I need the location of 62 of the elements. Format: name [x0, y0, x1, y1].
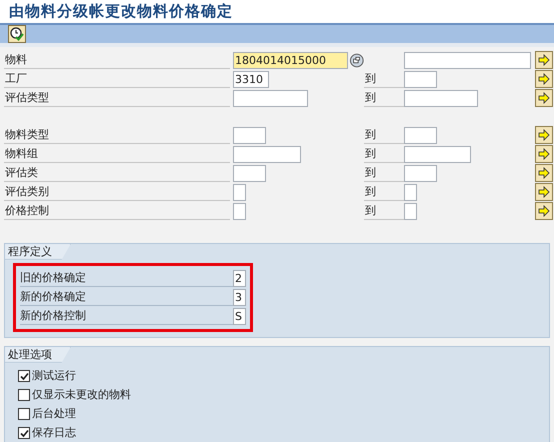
field-label: 物料	[4, 51, 230, 69]
field-label: 新的价格控制	[20, 307, 233, 325]
input-field[interactable]	[233, 146, 301, 162]
check-icon	[20, 372, 28, 380]
input-field[interactable]	[233, 90, 308, 106]
checkbox-label: 仅显示未更改的物料	[32, 387, 131, 403]
group-title: 处理选项	[5, 346, 71, 362]
arrow-right-icon	[538, 148, 550, 160]
multiple-selection-button[interactable]	[535, 145, 553, 163]
execute-button[interactable]	[8, 24, 26, 42]
arrow-right-icon	[538, 186, 550, 198]
input-field[interactable]	[404, 146, 471, 162]
clock-check-icon	[10, 26, 24, 40]
checkbox-label: 后台处理	[32, 406, 76, 422]
group-title: 程序定义	[5, 244, 71, 260]
field-label: 评估类别	[4, 183, 230, 201]
input-field[interactable]: 3	[233, 288, 246, 306]
field-label: 新的价格确定	[20, 288, 233, 306]
input-field[interactable]	[233, 164, 266, 182]
multiple-selection-button[interactable]	[535, 89, 553, 107]
multiple-selection-button[interactable]	[535, 70, 553, 88]
checkbox[interactable]	[18, 370, 30, 382]
input-field[interactable]: 1804014015000	[233, 52, 348, 68]
input-field[interactable]	[233, 126, 266, 144]
input-field[interactable]	[404, 164, 437, 182]
multiple-selection-button[interactable]	[535, 183, 553, 201]
arrow-right-icon	[538, 92, 550, 104]
input-field[interactable]	[404, 184, 417, 200]
input-field[interactable]: S	[233, 308, 246, 324]
field-label: 工厂	[4, 70, 230, 88]
multiple-selection-button[interactable]	[535, 51, 553, 69]
checkbox[interactable]	[18, 427, 30, 439]
input-field[interactable]	[404, 202, 417, 220]
check-icon	[20, 428, 28, 438]
field-label: 评估类型	[4, 89, 230, 107]
input-field[interactable]: 2	[233, 270, 246, 286]
arrow-right-icon	[538, 73, 550, 85]
input-field[interactable]: 3310	[233, 70, 269, 88]
field-label: 物料类型	[4, 126, 230, 144]
checkbox-label: 测试运行	[32, 368, 76, 384]
field-label: 物料组	[4, 145, 230, 163]
window-title: 由物料分级帐更改物料价格确定	[9, 1, 233, 22]
field-label: 旧的价格确定	[20, 269, 233, 287]
input-field[interactable]	[404, 126, 437, 144]
multiple-selection-button[interactable]	[535, 164, 553, 182]
multiple-selection-button[interactable]	[535, 126, 553, 144]
input-field[interactable]	[404, 52, 531, 68]
field-label: 价格控制	[4, 202, 230, 220]
checkbox-label: 保存日志	[32, 425, 76, 441]
arrow-right-icon	[538, 54, 550, 66]
multiple-selection-button[interactable]	[535, 202, 553, 220]
input-field[interactable]	[404, 90, 478, 106]
field-label: 评估类	[4, 164, 230, 182]
input-field[interactable]	[233, 202, 246, 220]
checkbox[interactable]	[18, 408, 30, 420]
checkbox[interactable]	[18, 389, 30, 401]
arrow-right-icon	[538, 167, 550, 179]
input-field[interactable]	[233, 184, 246, 200]
input-field[interactable]	[404, 70, 437, 88]
arrow-right-icon	[538, 129, 550, 141]
arrow-right-icon	[538, 205, 550, 217]
value-help-icon[interactable]	[350, 52, 364, 68]
